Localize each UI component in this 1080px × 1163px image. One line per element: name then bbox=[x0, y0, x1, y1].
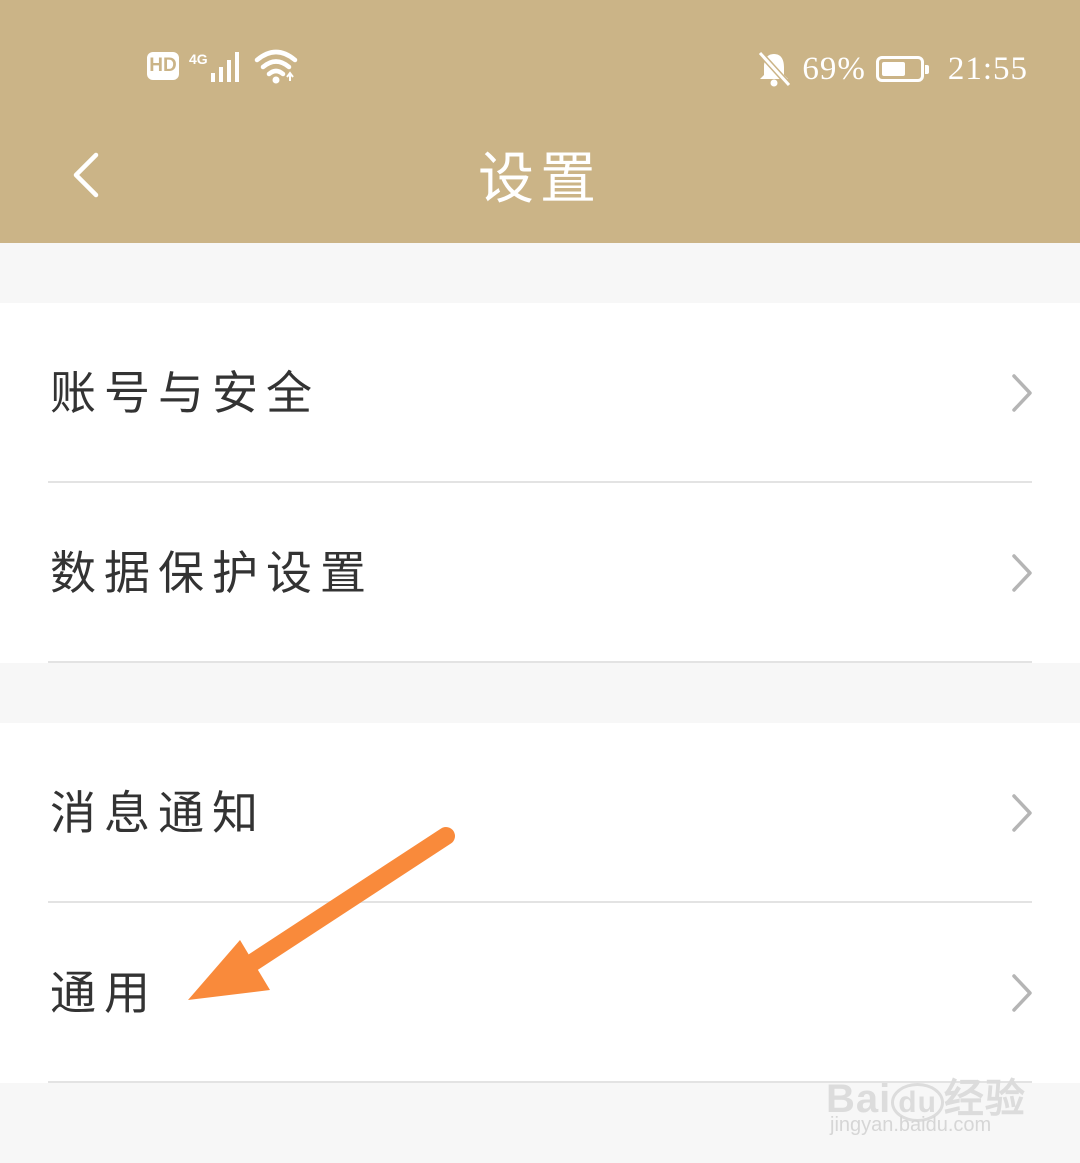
settings-item-label: 通用 bbox=[50, 966, 158, 1020]
watermark-url: jingyan.baidu.com bbox=[830, 1114, 992, 1136]
signal-icon bbox=[210, 52, 239, 82]
settings-item-notifications[interactable]: 消息通知 bbox=[0, 723, 1080, 903]
hd-badge: HD bbox=[147, 52, 179, 80]
status-left: HD 4G bbox=[147, 44, 298, 88]
baidu-watermark: Bai du 经验 jingyan.baidu.com bbox=[826, 1040, 1036, 1140]
divider bbox=[48, 661, 1032, 663]
network-type-label: 4G bbox=[189, 51, 208, 67]
bell-off-icon bbox=[758, 50, 792, 88]
settings-item-data-protection[interactable]: 数据保护设置 bbox=[0, 483, 1080, 663]
chevron-right-icon bbox=[1012, 374, 1032, 412]
battery-level bbox=[881, 62, 905, 76]
chevron-right-icon bbox=[1012, 974, 1032, 1012]
signal-group: 4G bbox=[189, 49, 244, 83]
page-title: 设置 bbox=[478, 147, 602, 212]
chevron-right-icon bbox=[1012, 554, 1032, 592]
settings-section-2: 消息通知 通用 bbox=[0, 723, 1080, 1083]
clock: 21:55 bbox=[947, 50, 1028, 87]
app-header: HD 4G 69% 21:55 设置 bbox=[0, 0, 1080, 243]
status-bar: HD 4G 69% 21:55 bbox=[0, 0, 1080, 130]
chevron-right-icon bbox=[1012, 794, 1032, 832]
settings-item-label: 数据保护设置 bbox=[50, 546, 374, 600]
wifi-icon bbox=[254, 49, 297, 84]
settings-item-label: 账号与安全 bbox=[50, 366, 320, 420]
battery-icon bbox=[875, 56, 929, 82]
annotation-arrow bbox=[188, 827, 455, 1000]
status-right: 69% 21:55 bbox=[756, 44, 1028, 94]
battery-percent: 69% bbox=[802, 50, 866, 87]
settings-section-1: 账号与安全 数据保护设置 bbox=[0, 303, 1080, 663]
settings-item-account-security[interactable]: 账号与安全 bbox=[0, 303, 1080, 483]
